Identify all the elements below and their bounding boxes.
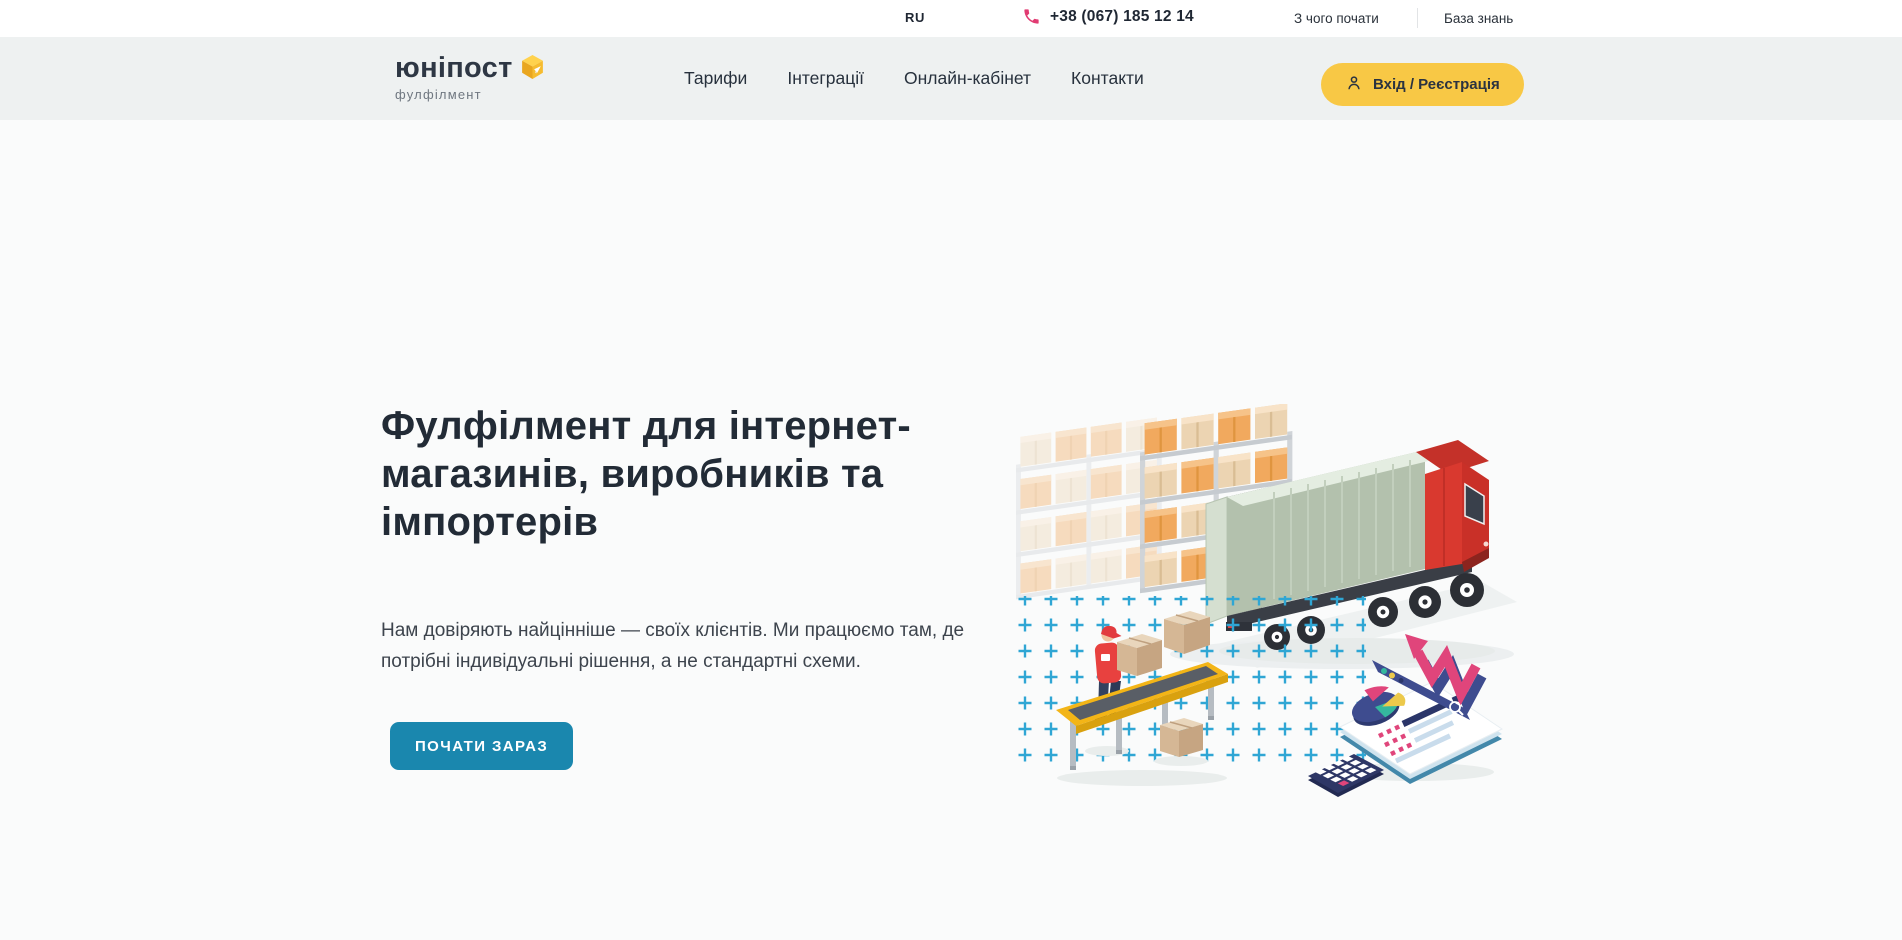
hero-description: Нам довіряють найцінніше — своїх клієнті…: [381, 615, 964, 677]
hero-illustration: [1012, 404, 1517, 804]
nav-item-tariffs[interactable]: Тарифи: [684, 68, 747, 89]
nav-item-contacts[interactable]: Контакти: [1071, 68, 1144, 89]
box-illustration: [1117, 634, 1162, 676]
phone-link[interactable]: +38 (067) 185 12 14: [1022, 7, 1194, 26]
logo[interactable]: юніпост фулфілмент: [395, 53, 546, 102]
warehouse-rack-back-illustration: [1016, 417, 1162, 599]
topbar: RU +38 (067) 185 12 14 З чого почати Баз…: [0, 0, 1902, 37]
phone-icon: [1022, 7, 1041, 26]
nav-item-online-cabinet[interactable]: Онлайн-кабінет: [904, 68, 1031, 89]
floor-box-illustration: [1154, 718, 1208, 766]
language-switcher[interactable]: RU: [905, 10, 925, 25]
logo-subtitle: фулфілмент: [395, 87, 546, 102]
topbar-link-how-to-start[interactable]: З чого почати: [1294, 11, 1379, 26]
start-now-button[interactable]: ПОЧАТИ ЗАРАЗ: [390, 722, 573, 770]
login-register-button[interactable]: Вхід / Реєстрація: [1321, 63, 1524, 106]
user-icon: [1345, 74, 1363, 96]
page-title: Фулфілмент для інтернет- магазинів, виро…: [381, 402, 911, 546]
topbar-link-knowledge-base[interactable]: База знань: [1444, 11, 1513, 26]
cube-icon: [519, 53, 546, 86]
phone-number: +38 (067) 185 12 14: [1050, 8, 1194, 26]
logo-title: юніпост: [395, 53, 513, 83]
main-nav: Тарифи Інтеграції Онлайн-кабінет Контакт…: [684, 37, 1144, 120]
topbar-divider: [1417, 8, 1418, 28]
site-header: юніпост фулфілмент Тарифи Інтеграції Онл…: [0, 37, 1902, 120]
nav-item-integrations[interactable]: Інтеграції: [787, 68, 864, 89]
login-register-label: Вхід / Реєстрація: [1373, 76, 1500, 93]
